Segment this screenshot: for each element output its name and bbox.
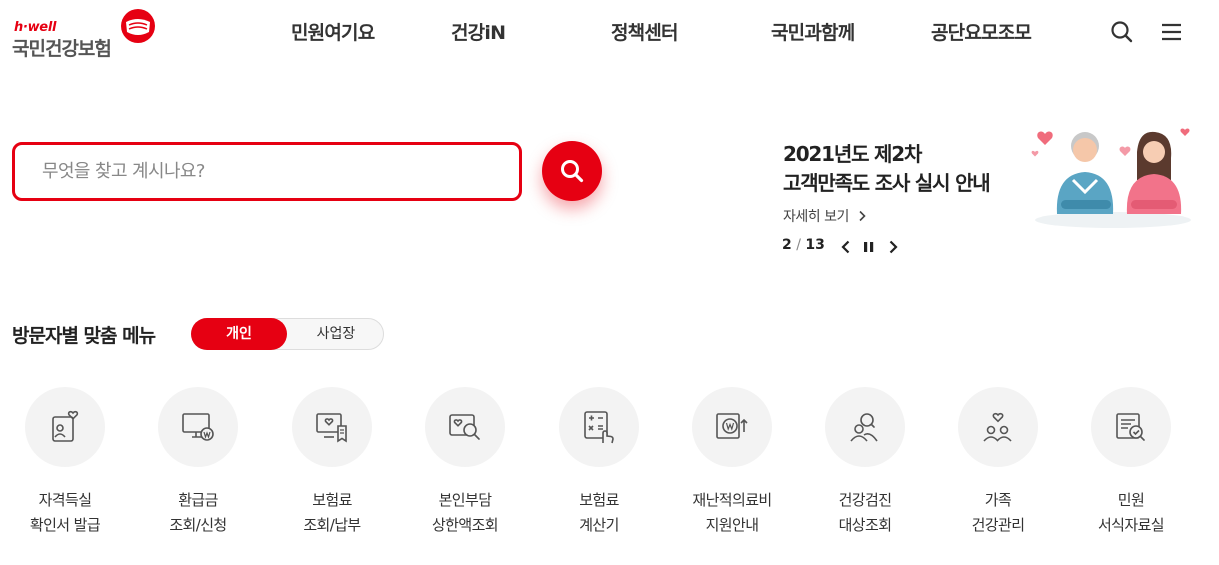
- nav-item-civil[interactable]: 민원여기요: [291, 18, 375, 45]
- search-box: [12, 142, 522, 201]
- logo-name: 국민건강보험: [12, 38, 112, 60]
- people-search-icon: [850, 413, 878, 442]
- quick-menu-label: 가족 건강관리: [971, 491, 1025, 534]
- visitor-type-toggle: 개인 사업장: [191, 318, 384, 350]
- monitor-won-icon: [182, 413, 214, 441]
- banner-current: 2: [782, 237, 792, 253]
- family-heart-icon: [983, 412, 1012, 442]
- chevron-left-icon: [841, 240, 850, 254]
- quick-icon-circle: [559, 387, 639, 467]
- quick-menu-label: 민원 서식자료실: [1097, 491, 1165, 534]
- banner-counter: 2 / 13: [782, 237, 825, 253]
- heart-search-icon: [449, 414, 480, 440]
- quick-menu-label: 본인부담 상한액조회: [431, 491, 499, 534]
- quick-icon-circle: [692, 387, 772, 467]
- quick-menu-health-checkup[interactable]: 건강검진 대상조회: [799, 386, 931, 546]
- search-input[interactable]: [15, 145, 519, 198]
- hamburger-icon: [1162, 23, 1181, 41]
- quick-menu-label: 재난적의료비 지원안내: [692, 491, 772, 534]
- header-menu-button[interactable]: [1158, 18, 1186, 46]
- header-search-button[interactable]: [1108, 18, 1136, 46]
- monitor-heart-receipt-icon: [316, 413, 347, 443]
- quick-menu-refund[interactable]: 환급금 조회/신청: [132, 386, 264, 546]
- nav-item-health-in[interactable]: 건강iN: [451, 18, 506, 45]
- quick-icon-circle: [25, 387, 105, 467]
- document-check-icon: [1116, 413, 1145, 441]
- quick-menu-family-health[interactable]: 가족 건강관리: [932, 386, 1064, 546]
- banner-title-line2: 고객만족도 조사 실시 안내: [783, 171, 991, 195]
- quick-icon-circle: [292, 387, 372, 467]
- won-arrow-up-icon: [716, 413, 748, 439]
- tab-business[interactable]: 사업장: [288, 318, 384, 350]
- nhis-logo[interactable]: h·well 국민건강보험: [12, 8, 162, 60]
- banner-more-label: 자세히 보기: [783, 209, 849, 225]
- banner-title-line1: 2021년도 제2차: [783, 142, 922, 166]
- visitor-menu-title: 방문자별 맞춤 메뉴: [12, 325, 156, 347]
- banner-prev-button[interactable]: [838, 238, 854, 256]
- quick-icon-circle: [1091, 387, 1171, 467]
- banner-total: 13: [805, 237, 825, 253]
- quick-menu-label: 자격득실 확인서 발급: [29, 491, 101, 534]
- quick-menu-premium-payment[interactable]: 보험료 조회/납부: [266, 386, 398, 546]
- logo-tagline: h·well: [14, 20, 57, 35]
- banner-more-link[interactable]: 자세히 보기: [783, 206, 867, 226]
- tab-personal[interactable]: 개인: [191, 318, 287, 350]
- chevron-right-icon: [889, 240, 898, 254]
- banner-separator: /: [796, 237, 801, 253]
- nav-item-about[interactable]: 공단요모조모: [931, 18, 1032, 45]
- quick-menu-label: 환급금 조회/신청: [169, 491, 227, 534]
- calculator-hand-icon: [584, 411, 614, 444]
- banner-next-button[interactable]: [885, 238, 901, 256]
- search-icon: [1111, 21, 1133, 43]
- quick-menu-label: 보험료 조회/납부: [303, 491, 361, 534]
- logo-mark-icon: [121, 9, 155, 43]
- quick-menu-catastrophic-medical[interactable]: 재난적의료비 지원안내: [666, 386, 798, 546]
- pause-icon: [864, 242, 874, 252]
- search-icon: [561, 160, 584, 183]
- quick-menu-forms-library[interactable]: 민원 서식자료실: [1065, 386, 1197, 546]
- chevron-right-icon: [859, 210, 866, 222]
- quick-icon-circle: [958, 387, 1038, 467]
- quick-menu-copay-limit[interactable]: 본인부담 상한액조회: [399, 386, 531, 546]
- site-header: h·well 국민건강보험 민원여기요 건강iN 정책센터 국민과함께 공단요모…: [0, 0, 1219, 70]
- quick-menu-premium-calculator[interactable]: 보험료 계산기: [533, 386, 665, 546]
- quick-menu-qualification-certificate[interactable]: 자격득실 확인서 발급: [0, 386, 131, 546]
- quick-menu-label: 보험료 계산기: [579, 491, 619, 534]
- quick-menu-label: 건강검진 대상조회: [838, 491, 892, 534]
- quick-icon-circle: [825, 387, 905, 467]
- nav-item-together[interactable]: 국민과함께: [771, 18, 855, 45]
- banner-title: 2021년도 제2차 고객만족도 조사 실시 안내: [783, 140, 991, 198]
- quick-icon-circle: [158, 387, 238, 467]
- nav-item-policy[interactable]: 정책센터: [611, 18, 679, 45]
- banner-couple-illustration: [1031, 128, 1191, 228]
- quick-icon-circle: [425, 387, 505, 467]
- banner-pause-button[interactable]: [861, 238, 877, 256]
- id-card-heart-icon: [52, 410, 79, 442]
- search-submit-button[interactable]: [542, 141, 602, 201]
